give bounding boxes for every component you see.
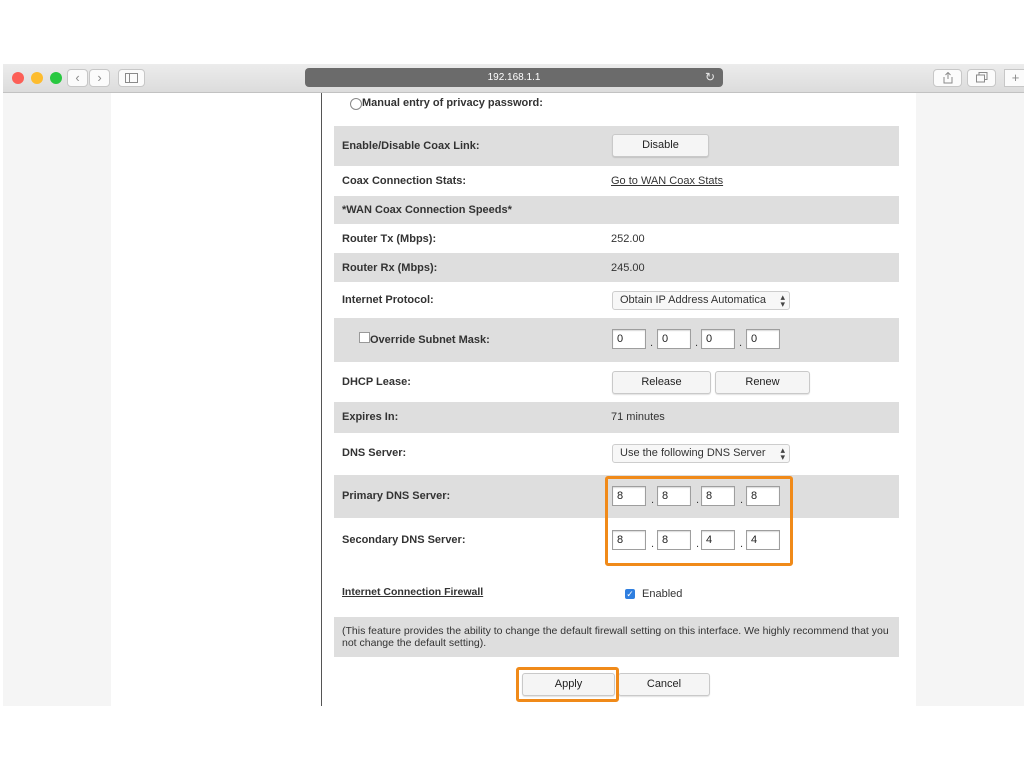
internet-protocol-label: Internet Protocol: <box>342 294 434 306</box>
tabs-overview-button[interactable] <box>967 69 996 87</box>
override-subnet-label: Override Subnet Mask: <box>370 334 490 346</box>
octet-separator: . <box>650 337 654 349</box>
secondary-dns-label: Secondary DNS Server: <box>342 534 466 546</box>
dns-server-select[interactable]: Use the following DNS Server ▴ ▾ <box>612 444 790 463</box>
router-tx-label: Router Tx (Mbps): <box>342 233 437 245</box>
forward-button[interactable]: › <box>89 69 110 87</box>
firewall-enabled-checkbox[interactable]: ✓ <box>625 589 635 599</box>
primary-dns-label: Primary DNS Server: <box>342 490 451 502</box>
url-text: 192.168.1.1 <box>487 72 541 83</box>
dns-server-row: DNS Server: Use the following DNS Server… <box>334 433 899 475</box>
subnet-mask-row: Override Subnet Mask: 0 . 0 . 0 . 0 <box>334 318 899 362</box>
new-tab-button[interactable]: + <box>1004 69 1024 87</box>
override-subnet-checkbox[interactable] <box>359 332 370 343</box>
dns-server-selected: Use the following DNS Server <box>620 447 766 459</box>
chevron-left-icon: ‹ <box>75 70 80 85</box>
coax-speeds-header-row: *WAN Coax Connection Speeds* <box>334 196 899 224</box>
coax-link-label: Enable/Disable Coax Link: <box>342 140 480 152</box>
close-window-button[interactable] <box>12 72 24 84</box>
router-tx-row: Router Tx (Mbps): 252.00 <box>334 224 899 253</box>
subnet-octet-4[interactable]: 0 <box>746 329 780 349</box>
dhcp-lease-label: DHCP Lease: <box>342 376 411 388</box>
subnet-octet-2[interactable]: 0 <box>657 329 691 349</box>
subnet-octet-3[interactable]: 0 <box>701 329 735 349</box>
disable-coax-button[interactable]: Disable <box>612 134 709 157</box>
dhcp-lease-row: DHCP Lease: Release Renew <box>334 362 899 402</box>
firewall-note-text: (This feature provides the ability to ch… <box>342 625 889 649</box>
router-tx-value: 252.00 <box>611 233 645 245</box>
release-button[interactable]: Release <box>612 371 711 394</box>
expires-row: Expires In: 71 minutes <box>334 402 899 433</box>
internet-protocol-row: Internet Protocol: Obtain IP Address Aut… <box>334 282 899 318</box>
browser-toolbar: ‹ › 192.168.1.1 ↻ + <box>3 64 1024 93</box>
sidebar-icon <box>125 73 138 83</box>
left-margin-panel <box>3 93 111 706</box>
router-rx-label: Router Rx (Mbps): <box>342 262 438 274</box>
coax-speeds-header: *WAN Coax Connection Speeds* <box>342 204 512 216</box>
back-button[interactable]: ‹ <box>67 69 88 87</box>
coax-stats-row: Coax Connection Stats: Go to WAN Coax St… <box>334 166 899 196</box>
chevron-right-icon: › <box>97 70 102 85</box>
octet-separator: . <box>695 337 699 349</box>
firewall-label[interactable]: Internet Connection Firewall <box>342 586 483 598</box>
address-bar[interactable]: 192.168.1.1 ↻ <box>305 68 723 87</box>
router-rx-row: Router Rx (Mbps): 245.00 <box>334 253 899 282</box>
plus-icon: + <box>1011 70 1020 85</box>
privacy-password-label: Manual entry of privacy password: <box>362 97 543 109</box>
coax-stats-label: Coax Connection Stats: <box>342 175 467 187</box>
minimize-window-button[interactable] <box>31 72 43 84</box>
right-margin-panel <box>916 93 1024 706</box>
zoom-window-button[interactable] <box>50 72 62 84</box>
dns-server-label: DNS Server: <box>342 447 407 459</box>
router-rx-value: 245.00 <box>611 262 645 274</box>
content-divider <box>321 93 322 706</box>
page-viewport: Manual entry of privacy password: Enable… <box>3 93 1024 706</box>
select-arrows-icon: ▴ ▾ <box>780 292 785 309</box>
reload-icon[interactable]: ↻ <box>705 68 715 87</box>
sidebar-button[interactable] <box>118 69 145 87</box>
firewall-enabled-label: Enabled <box>642 588 683 600</box>
apply-highlight-box <box>516 667 619 702</box>
firewall-note-row: (This feature provides the ability to ch… <box>334 617 899 657</box>
select-arrows-icon: ▴ ▾ <box>780 445 785 462</box>
internet-protocol-selected: Obtain IP Address Automatica <box>620 294 766 306</box>
browser-window: ‹ › 192.168.1.1 ↻ + Manual entry of priv… <box>3 64 1024 706</box>
coax-link-row: Enable/Disable Coax Link: Disable <box>334 126 899 166</box>
dns-highlight-box <box>605 476 793 566</box>
expires-label: Expires In: <box>342 411 399 423</box>
cancel-button[interactable]: Cancel <box>618 673 710 696</box>
tabs-icon <box>975 72 987 83</box>
internet-protocol-select[interactable]: Obtain IP Address Automatica ▴ ▾ <box>612 291 790 310</box>
firewall-row: Internet Connection Firewall ✓ Enabled <box>334 580 899 610</box>
renew-button[interactable]: Renew <box>715 371 810 394</box>
privacy-password-row: Manual entry of privacy password: <box>334 96 899 112</box>
subnet-octet-1[interactable]: 0 <box>612 329 646 349</box>
expires-value: 71 minutes <box>611 411 665 423</box>
octet-separator: . <box>739 337 743 349</box>
privacy-password-radio[interactable] <box>350 98 362 110</box>
share-icon <box>943 71 952 84</box>
wan-coax-stats-link[interactable]: Go to WAN Coax Stats <box>611 175 723 187</box>
share-button[interactable] <box>933 69 962 87</box>
